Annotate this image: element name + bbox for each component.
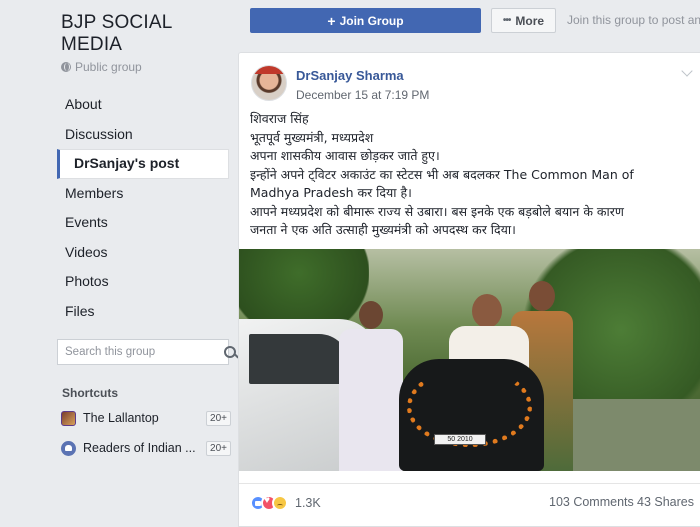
group-privacy-label: Public group (75, 60, 142, 74)
join-group-label: Join Group (339, 13, 404, 28)
post-body: शिवराज सिंह भूतपूर्व मुख्यमंत्री, मध्यप्… (250, 110, 696, 240)
shortcut-label: The Lallantop (83, 411, 159, 425)
nav-item-photos[interactable]: Photos (57, 267, 229, 297)
post-text-line: अपना शासकीय आवास छोड़कर जाते हुए। (250, 148, 440, 163)
plus-icon: + (327, 12, 336, 29)
nav-item-videos[interactable]: Videos (57, 238, 229, 268)
author-avatar[interactable] (251, 65, 287, 101)
post-timestamp[interactable]: December 15 at 7:19 PM (296, 88, 429, 102)
post-text-line: Madhya Pradesh कर दिया है। (250, 185, 412, 200)
post-text-line: शिवराज सिंह (250, 111, 309, 126)
group-search (57, 339, 236, 365)
post-author-name[interactable]: DrSanjay Sharma (296, 68, 404, 83)
nav-item-discussion[interactable]: Discussion (57, 120, 229, 150)
globe-icon (61, 62, 71, 72)
shortcuts-title: Shortcuts (62, 386, 119, 400)
left-sidebar: BJP SOCIAL MEDIA Public group About Disc… (0, 0, 238, 527)
group-people-icon (61, 440, 76, 456)
shares-count[interactable]: 43 Shares (637, 495, 694, 509)
join-hint-text: Join this group to post and (567, 13, 700, 27)
group-nav: About Discussion DrSanjay's post Members… (57, 90, 229, 326)
nav-item-about[interactable]: About (57, 90, 229, 120)
shortcut-readers-of-indian[interactable]: Readers of Indian ... 20+ (61, 438, 231, 458)
group-action-bar: + Join Group ••• More Join this group to… (238, 0, 700, 44)
nav-item-files[interactable]: Files (57, 297, 229, 327)
nav-item-drsanjay-post[interactable]: DrSanjay's post (57, 149, 229, 179)
more-dots-icon: ••• (502, 15, 511, 26)
photo-person-left (337, 301, 405, 471)
nav-item-members[interactable]: Members (57, 179, 229, 209)
sad-icon[interactable] (272, 494, 288, 511)
group-search-input[interactable] (58, 340, 219, 364)
shortcut-label: Readers of Indian ... (83, 441, 196, 455)
shortcut-lallantop[interactable]: The Lallantop 20+ (61, 408, 231, 428)
group-title-line2: MEDIA (61, 34, 123, 55)
photo-plate-text: 50 2010 (447, 436, 473, 443)
more-label: More (515, 13, 545, 28)
group-title-line1: BJP SOCIAL (61, 12, 173, 33)
post-text-line: भूतपूर्व मुख्यमंत्री, मध्यप्रदेश (250, 129, 374, 145)
shortcut-count-badge: 20+ (206, 410, 231, 426)
chevron-down-icon[interactable] (681, 65, 693, 77)
post-reactions-bar: 1.3K 103 Comments 43 Shares (239, 483, 700, 521)
post-text-line: आपने मध्यप्रदेश को बीमारू राज्य से उबारा… (250, 203, 624, 219)
more-button[interactable]: ••• More (491, 8, 556, 33)
group-privacy: Public group (61, 60, 142, 74)
photo-number-plate: 50 2010 (434, 434, 486, 445)
shortcut-count-badge: 20+ (206, 440, 231, 456)
photo-car-window (249, 334, 349, 384)
post-text-line: जनता ने एक अति उत्साही मुख्यमंत्री को अप… (250, 222, 516, 237)
post-text-line: इन्होंने अपने ट्विटर अकाउंट का स्टेटस भी… (250, 166, 634, 182)
nav-item-events[interactable]: Events (57, 208, 229, 238)
search-icon[interactable] (219, 340, 236, 364)
join-group-button[interactable]: + Join Group (250, 8, 481, 33)
post-card: DrSanjay Sharma December 15 at 7:19 PM श… (238, 52, 700, 527)
post-photo[interactable]: 50 2010 (239, 249, 700, 471)
lallantop-group-icon (61, 410, 76, 426)
comments-count[interactable]: 103 Comments (549, 495, 634, 509)
group-title[interactable]: BJP SOCIAL MEDIA (61, 12, 231, 56)
reaction-count[interactable]: 1.3K (295, 496, 321, 510)
